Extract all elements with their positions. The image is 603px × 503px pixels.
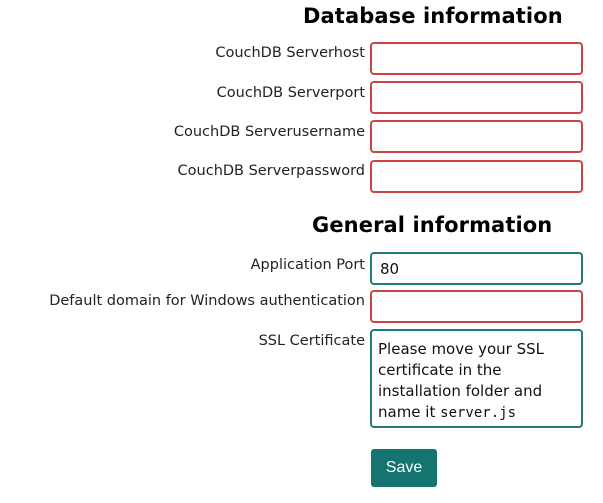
couchdb-serverusername-label: CouchDB Serverusername: [173, 124, 365, 140]
couchdb-serverpassword-label: CouchDB Serverpassword: [177, 163, 365, 179]
couchdb-serverhost-input[interactable]: [370, 42, 583, 75]
application-port-label: Application Port: [250, 257, 365, 273]
couchdb-serverusername-input[interactable]: [370, 120, 583, 153]
couchdb-serverpassword-input[interactable]: [370, 160, 583, 193]
couchdb-serverport-label: CouchDB Serverport: [216, 85, 365, 101]
general-section-title: General information: [312, 213, 553, 237]
save-button[interactable]: Save: [371, 449, 437, 487]
default-domain-label: Default domain for Windows authenticatio…: [49, 293, 365, 309]
ssl-certificate-info-box: Please move your SSL certificate in the …: [370, 329, 583, 428]
default-domain-input[interactable]: [370, 290, 583, 323]
database-section-title: Database information: [303, 4, 563, 28]
couchdb-serverhost-label: CouchDB Serverhost: [215, 45, 365, 61]
ssl-certificate-filename: server.js: [440, 405, 516, 421]
couchdb-serverport-input[interactable]: [370, 81, 583, 114]
application-port-input[interactable]: [370, 252, 583, 285]
ssl-certificate-label: SSL Certificate: [258, 333, 365, 349]
